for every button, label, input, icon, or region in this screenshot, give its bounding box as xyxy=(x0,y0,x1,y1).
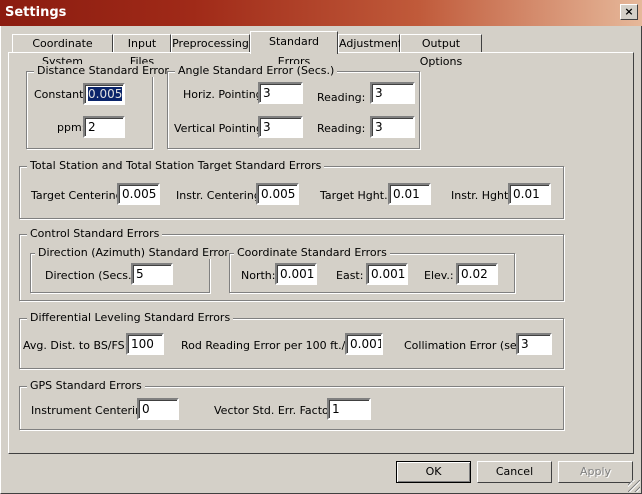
tab-adjustment[interactable]: Adjustment xyxy=(338,34,402,53)
tab-coordinate-system[interactable]: Coordinate System xyxy=(12,34,113,68)
horiz-pointing-input[interactable]: 3 xyxy=(258,82,303,104)
direction-label: Direction (Secs.): xyxy=(45,269,140,282)
target-hght-label: Target Hght.: xyxy=(320,189,392,202)
avg-dist-label: Avg. Dist. to BS/FS: xyxy=(23,339,129,352)
avg-dist-input[interactable]: 100 xyxy=(126,333,164,355)
elev-label: Elev.: xyxy=(424,269,454,282)
vertical-pointing-label: Vertical Pointing: xyxy=(174,122,267,135)
instr-hght-input[interactable]: 0.01 xyxy=(508,183,551,205)
apply-button[interactable]: Apply xyxy=(558,461,633,483)
tab-input-files[interactable]: Input Files xyxy=(113,34,171,68)
collimation-label: Collimation Error (sec.): xyxy=(404,339,535,352)
north-input[interactable]: 0.001 xyxy=(275,263,317,285)
constant-input[interactable]: 0.005 xyxy=(83,83,125,105)
gps-group-title: GPS Standard Errors xyxy=(27,379,145,392)
elev-input[interactable]: 0.02 xyxy=(456,263,498,285)
ppm-label: ppm: xyxy=(57,121,86,134)
constant-label: Constant: xyxy=(34,88,88,101)
instr-hght-label: Instr. Hght: xyxy=(451,189,513,202)
vector-factor-label: Vector Std. Err. Factor: xyxy=(214,404,337,417)
distance-group-title: Distance Standard Error xyxy=(34,64,172,77)
collimation-input[interactable]: 3 xyxy=(516,333,552,355)
target-centering-label: Target Centering: xyxy=(31,189,127,202)
gps-instr-centering-label: Instrument Centering: xyxy=(31,404,153,417)
close-button[interactable]: × xyxy=(620,4,638,20)
ppm-input[interactable]: 2 xyxy=(83,116,125,138)
direction-input[interactable]: 5 xyxy=(131,263,173,285)
gps-instr-centering-input[interactable]: 0 xyxy=(137,398,179,420)
target-centering-input[interactable]: 0.005 xyxy=(117,183,160,205)
direction-group-title: Direction (Azimuth) Standard Error xyxy=(35,246,232,259)
cancel-button[interactable]: Cancel xyxy=(477,461,552,483)
vert-reading-label: Reading: xyxy=(317,122,366,135)
east-label: East: xyxy=(336,269,364,282)
constant-value: 0.005 xyxy=(88,87,123,101)
vector-factor-input[interactable]: 1 xyxy=(327,398,371,420)
horiz-reading-label: Reading: xyxy=(317,91,366,104)
vertical-pointing-input[interactable]: 3 xyxy=(258,116,303,138)
horiz-reading-input[interactable]: 3 xyxy=(370,82,415,104)
window-title: Settings xyxy=(5,5,67,20)
east-input[interactable]: 0.001 xyxy=(366,263,408,285)
title-bar: Settings × xyxy=(0,0,642,26)
leveling-group-title: Differential Leveling Standard Errors xyxy=(27,311,234,324)
tab-output-options[interactable]: Output Options xyxy=(400,34,482,68)
rod-reading-label: Rod Reading Error per 100 ft./m.: xyxy=(181,339,364,352)
horiz-pointing-label: Horiz. Pointing: xyxy=(183,88,267,101)
instr-centering-input[interactable]: 0.005 xyxy=(256,183,299,205)
vert-reading-input[interactable]: 3 xyxy=(370,116,415,138)
rod-reading-input[interactable]: 0.001 xyxy=(345,333,383,355)
tab-preprocessing[interactable]: Preprocessing xyxy=(171,34,250,53)
north-label: North: xyxy=(241,269,276,282)
ok-button[interactable]: OK xyxy=(396,461,471,483)
resize-grip[interactable] xyxy=(628,480,640,492)
control-group-title: Control Standard Errors xyxy=(27,227,163,240)
instr-centering-label: Instr. Centering: xyxy=(176,189,265,202)
angle-group-title: Angle Standard Error (Secs.) xyxy=(175,64,338,77)
tab-standard-errors[interactable]: Standard Errors xyxy=(250,31,338,68)
target-hght-input[interactable]: 0.01 xyxy=(388,183,431,205)
total-station-group-title: Total Station and Total Station Target S… xyxy=(27,159,325,172)
coordinate-group-title: Coordinate Standard Errors xyxy=(234,246,390,259)
